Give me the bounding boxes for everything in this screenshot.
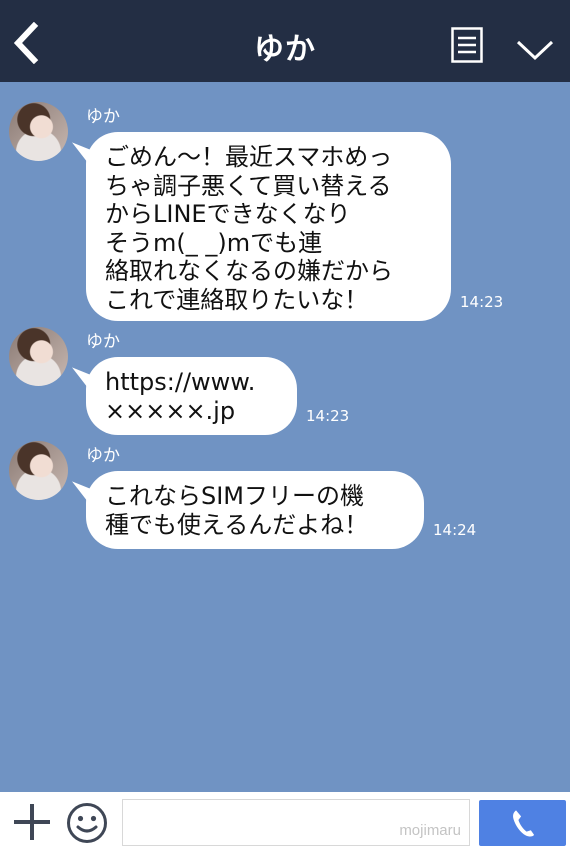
message-time: 14:23	[460, 293, 504, 311]
avatar[interactable]	[9, 441, 68, 500]
sender-name: ゆか	[86, 446, 120, 466]
expand-button[interactable]	[516, 38, 554, 62]
message-line: ×××××.jp	[105, 396, 236, 425]
input-bar: mojimaru	[0, 792, 570, 855]
message-line: 絡取れなくなるの嫌だから	[105, 257, 393, 285]
list-icon	[451, 27, 483, 63]
chat-title: ゆか	[254, 32, 316, 67]
avatar[interactable]	[9, 327, 68, 386]
message-bubble[interactable]: https://www. ×××××.jp	[86, 357, 297, 435]
message-bubble[interactable]: これならSIMフリーの機 種でも使えるんだよね！	[86, 471, 424, 549]
message-line: これで連絡取りたいな！	[105, 285, 369, 314]
message-time: 14:23	[306, 407, 350, 425]
message-line: ごめん〜！最近スマホめっ	[105, 143, 393, 171]
smiley-icon	[67, 803, 107, 843]
message-line: https://www.	[105, 368, 256, 396]
message-list[interactable]: ゆか ごめん〜！最近スマホめっ ちゃ調子悪くて買い替える からLINEできなくな…	[0, 82, 570, 792]
chevron-down-icon	[516, 40, 554, 61]
message-line: 種でも使えるんだよね！	[105, 510, 369, 539]
message-line: これならSIMフリーの機	[105, 482, 365, 510]
message-line: ちゃ調子悪くて買い替える	[105, 171, 392, 200]
message-input-container: mojimaru	[122, 799, 470, 846]
phone-icon	[513, 810, 535, 837]
chat-header: ゆか	[0, 0, 570, 82]
sender-name: ゆか	[86, 107, 120, 127]
message-line: そうm(_ _)mでも連	[105, 228, 323, 257]
sender-name: ゆか	[86, 332, 120, 352]
emoji-button[interactable]	[66, 802, 108, 844]
menu-button[interactable]	[451, 27, 483, 63]
message-time: 14:24	[433, 521, 477, 539]
plus-icon[interactable]	[14, 804, 50, 840]
avatar[interactable]	[9, 102, 68, 161]
message-line: からLINEできなくなり	[105, 200, 351, 228]
watermark-text: mojimaru	[399, 822, 461, 839]
call-button[interactable]	[479, 800, 566, 846]
message-bubble[interactable]: ごめん〜！最近スマホめっ ちゃ調子悪くて買い替える からLINEできなくなり そ…	[86, 132, 451, 321]
